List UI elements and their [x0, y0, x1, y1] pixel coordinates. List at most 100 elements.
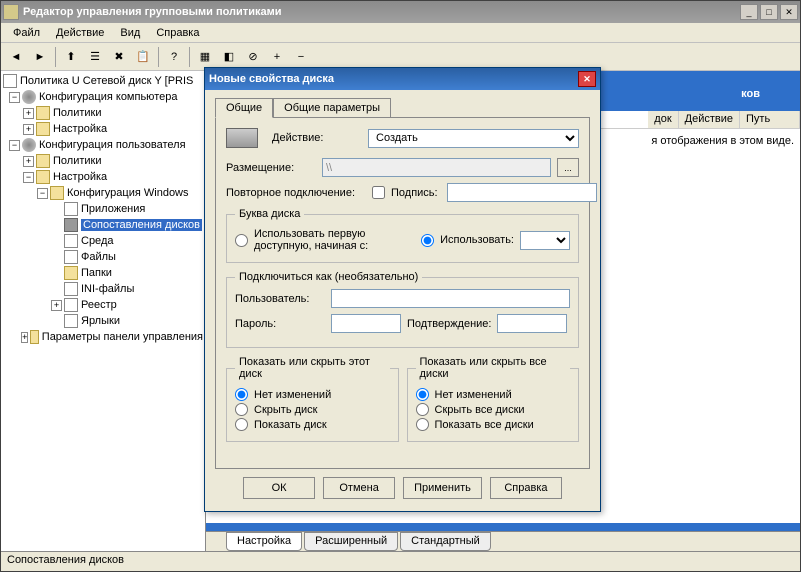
tab-panel-general: Действие: Создать Размещение: ... Повтор…: [215, 117, 590, 469]
main-title: Редактор управления групповыми политикам…: [23, 6, 740, 18]
dialog-tabs: Общие Общие параметры: [215, 98, 590, 117]
close-button[interactable]: ✕: [780, 4, 798, 20]
tree-comp-config[interactable]: − Конфигурация компьютера: [3, 89, 203, 105]
confirm-label: Подтверждение:: [407, 318, 491, 330]
policy-icon: [3, 74, 17, 88]
cpanel-icon: [30, 330, 38, 344]
up-button[interactable]: ⬆: [60, 46, 82, 68]
connect-as-fieldset: Подключиться как (необязательно) Пользов…: [226, 271, 579, 348]
expander-icon[interactable]: +: [23, 156, 34, 167]
app-icon: [64, 202, 78, 216]
tab-extended[interactable]: Расширенный: [304, 532, 398, 551]
user-icon: [22, 138, 36, 152]
tab-general[interactable]: Общие: [215, 98, 273, 118]
tree-apps[interactable]: Приложения: [3, 201, 203, 217]
tree-ini[interactable]: INI-файлы: [3, 281, 203, 297]
drive-letter-select[interactable]: [520, 231, 570, 250]
tool-2[interactable]: ◧: [218, 46, 240, 68]
label-label: Подпись:: [391, 187, 441, 199]
tree-registry[interactable]: + Реестр: [3, 297, 203, 313]
reconnect-checkbox[interactable]: [372, 186, 385, 199]
tool-4[interactable]: −: [290, 46, 312, 68]
user-label: Пользователь:: [235, 293, 325, 305]
stop-button[interactable]: ⊘: [242, 46, 264, 68]
user-input[interactable]: [331, 289, 570, 308]
expander-icon[interactable]: +: [21, 332, 28, 343]
apply-button[interactable]: Применить: [403, 477, 482, 499]
app-icon: [3, 4, 19, 20]
hide-this-fieldset: Показать или скрыть этот диск Нет измене…: [226, 356, 399, 442]
menu-help[interactable]: Справка: [148, 25, 207, 41]
confirm-input[interactable]: [497, 314, 567, 333]
hide-all-radio[interactable]: [416, 403, 429, 416]
tab-standard[interactable]: Стандартный: [400, 532, 491, 551]
tree-user-policies[interactable]: + Политики: [3, 153, 203, 169]
col-action[interactable]: Действие: [679, 111, 740, 128]
dialog-titlebar[interactable]: Новые свойства диска ✕: [205, 68, 600, 90]
hide-all-legend: Показать или скрыть все диски: [416, 356, 571, 380]
dialog-close-button[interactable]: ✕: [578, 71, 596, 87]
forward-button[interactable]: ►: [29, 46, 51, 68]
options-button[interactable]: ☰: [84, 46, 106, 68]
action-select[interactable]: Создать: [368, 129, 579, 148]
tree-root[interactable]: Политика U Сетевой диск Y [PRIS: [3, 73, 203, 89]
minimize-button[interactable]: _: [740, 4, 758, 20]
menu-action[interactable]: Действие: [48, 25, 112, 41]
expander-icon[interactable]: −: [9, 140, 20, 151]
tree-env[interactable]: Среда: [3, 233, 203, 249]
expander-icon[interactable]: −: [37, 188, 48, 199]
maximize-button[interactable]: □: [760, 4, 778, 20]
expander-icon[interactable]: −: [23, 172, 34, 183]
reconnect-label: Повторное подключение:: [226, 187, 366, 199]
back-button[interactable]: ◄: [5, 46, 27, 68]
new-drive-properties-dialog: Новые свойства диска ✕ Общие Общие парам…: [204, 67, 601, 512]
tree-win-config[interactable]: − Конфигурация Windows: [3, 185, 203, 201]
tree-comp-settings[interactable]: + Настройка: [3, 121, 203, 137]
action-label: Действие:: [272, 132, 362, 144]
tab-setup[interactable]: Настройка: [226, 532, 302, 551]
browse-button[interactable]: ...: [557, 158, 579, 177]
pass-input[interactable]: [331, 314, 401, 333]
tree-user-config[interactable]: − Конфигурация пользователя: [3, 137, 203, 153]
tree-comp-policies[interactable]: + Политики: [3, 105, 203, 121]
tree-files[interactable]: Файлы: [3, 249, 203, 265]
expander-icon[interactable]: +: [23, 108, 34, 119]
tree-cpanel[interactable]: + Параметры панели управления: [3, 329, 203, 345]
col-path[interactable]: Путь: [740, 111, 800, 128]
ini-icon: [64, 282, 78, 296]
use-letter-radio[interactable]: [421, 234, 434, 247]
tree-panel[interactable]: Политика U Сетевой диск Y [PRIS − Конфиг…: [1, 71, 206, 551]
tree-drive-maps[interactable]: Сопоставления дисков: [3, 217, 203, 233]
help-button[interactable]: Справка: [490, 477, 562, 499]
expander-icon[interactable]: +: [23, 124, 34, 135]
properties-button[interactable]: 📋: [132, 46, 154, 68]
tree-user-settings[interactable]: − Настройка: [3, 169, 203, 185]
show-this-radio[interactable]: [235, 418, 248, 431]
tool-1[interactable]: ▦: [194, 46, 216, 68]
cancel-button[interactable]: Отмена: [323, 477, 395, 499]
col-order[interactable]: док: [648, 111, 678, 128]
no-change-this-radio[interactable]: [235, 388, 248, 401]
no-change-all-radio[interactable]: [416, 388, 429, 401]
files-icon: [64, 250, 78, 264]
expander-icon[interactable]: −: [9, 92, 20, 103]
delete-button[interactable]: ✖: [108, 46, 130, 68]
dialog-title: Новые свойства диска: [209, 73, 578, 85]
hide-this-radio[interactable]: [235, 403, 248, 416]
expander-icon[interactable]: +: [51, 300, 62, 311]
location-input[interactable]: [322, 158, 551, 177]
ok-button[interactable]: ОК: [243, 477, 315, 499]
tab-common[interactable]: Общие параметры: [273, 98, 391, 117]
menu-view[interactable]: Вид: [112, 25, 148, 41]
show-all-radio[interactable]: [416, 418, 429, 431]
use-first-radio[interactable]: [235, 234, 248, 247]
bottom-tabs: Настройка Расширенный Стандартный: [206, 531, 800, 551]
menu-file[interactable]: Файл: [5, 25, 48, 41]
tree-folders[interactable]: Папки: [3, 265, 203, 281]
label-input[interactable]: [447, 183, 597, 202]
tree-shortcuts[interactable]: Ярлыки: [3, 313, 203, 329]
help-button[interactable]: ?: [163, 46, 185, 68]
folder-icon: [64, 266, 78, 280]
tool-3[interactable]: +: [266, 46, 288, 68]
drive-icon: [226, 128, 258, 148]
